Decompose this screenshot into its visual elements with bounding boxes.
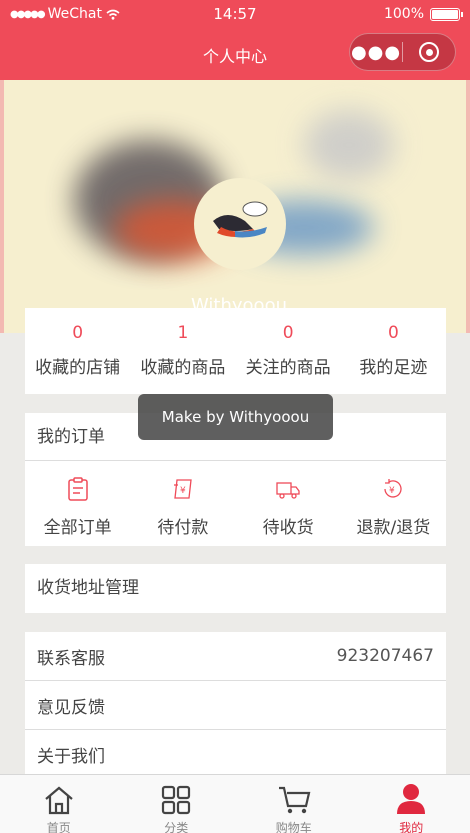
about-us-row[interactable]: 关于我们: [25, 730, 446, 779]
tab-mine[interactable]: 我的: [353, 775, 470, 833]
stat-favorite-shops[interactable]: 0 收藏的店铺: [25, 308, 130, 394]
svg-text:¥: ¥: [180, 486, 186, 496]
order-all[interactable]: 全部订单: [25, 461, 130, 546]
order-pending-payment[interactable]: ¥ 待付款: [130, 461, 235, 546]
feedback-label: 意见反馈: [37, 697, 105, 718]
others-list: 联系客服 923207467 意见反馈 关于我们: [25, 632, 446, 774]
stat-footprints[interactable]: 0 我的足迹: [341, 308, 446, 394]
cart-icon: [278, 786, 311, 814]
toast-message: Make by Withyooou: [138, 394, 333, 440]
stat-label: 关注的商品: [245, 358, 331, 378]
battery-icon: [430, 7, 463, 21]
order-item-label: 待收货: [262, 518, 314, 538]
tab-cart[interactable]: 购物车: [235, 775, 353, 833]
contact-service-label: 联系客服: [37, 648, 105, 669]
battery-percent: 100%: [383, 6, 424, 22]
stat-value: 0: [282, 323, 294, 343]
order-pending-receipt[interactable]: 待收货: [236, 461, 341, 546]
tab-label: 购物车: [275, 821, 312, 833]
order-refund[interactable]: ¥ 退款/退货: [341, 461, 446, 546]
tab-label: 首页: [46, 821, 71, 833]
battery-status: 100%: [383, 6, 463, 22]
contact-service-value: 923207467: [336, 646, 434, 666]
feedback-row[interactable]: 意见反馈: [25, 681, 446, 730]
hero-bg-shape: [304, 110, 394, 180]
contact-service-row[interactable]: 联系客服 923207467: [25, 632, 446, 681]
mini-program-capsule: ●●●: [349, 33, 456, 71]
tab-label: 分类: [164, 821, 189, 833]
svg-text:¥: ¥: [389, 486, 395, 496]
top-bar: ●●●●● WeChat 14:57 100% 个人中心 ●●●: [0, 0, 470, 80]
category-icon: [162, 785, 191, 815]
tab-bar: 首页 分类 购物车 我的: [0, 774, 470, 833]
address-management[interactable]: 收货地址管理: [25, 564, 446, 613]
more-dots-icon[interactable]: ●●●: [350, 42, 402, 63]
profile-hero: Withyooou: [0, 80, 470, 333]
avatar-illustration: [213, 201, 268, 238]
refund-icon: ¥: [384, 479, 403, 498]
home-icon: [45, 786, 73, 815]
tab-home[interactable]: 首页: [0, 775, 118, 833]
close-button[interactable]: [403, 42, 455, 62]
truck-icon: [276, 482, 300, 499]
order-item-label: 全部订单: [43, 518, 112, 538]
order-item-label: 退款/退货: [356, 518, 431, 538]
tab-label: 我的: [399, 821, 424, 833]
user-icon: [397, 784, 426, 814]
stats-card: 0 收藏的店铺 1 收藏的商品 0 关注的商品 0 我的足迹: [25, 308, 446, 394]
order-item-label: 待付款: [157, 518, 209, 538]
stat-label: 收藏的商品: [140, 358, 226, 378]
status-bar: ●●●●● WeChat 14:57 100%: [0, 0, 470, 28]
stat-value: 0: [387, 323, 399, 343]
target-close-icon: [419, 42, 439, 62]
stat-label: 收藏的店铺: [35, 358, 121, 378]
payment-icon: ¥: [173, 479, 192, 499]
clipboard-icon: [67, 477, 88, 501]
stat-followed-goods[interactable]: 0 关注的商品: [236, 308, 341, 394]
avatar[interactable]: [194, 178, 286, 270]
tab-category[interactable]: 分类: [118, 775, 236, 833]
stat-value: 1: [177, 323, 189, 343]
stat-label: 我的足迹: [359, 358, 428, 378]
stat-favorite-goods[interactable]: 1 收藏的商品: [130, 308, 235, 394]
stat-value: 0: [72, 323, 84, 343]
about-us-label: 关于我们: [37, 747, 105, 767]
